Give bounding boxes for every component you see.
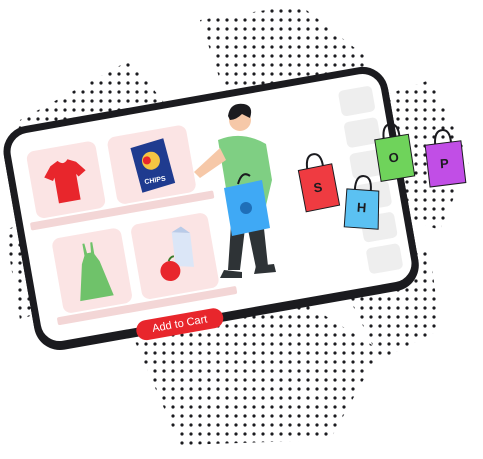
shop-bag-s: S bbox=[292, 147, 342, 214]
shop-bag-o: O bbox=[369, 118, 417, 184]
shopper-figure bbox=[194, 103, 276, 278]
bag-letter: H bbox=[356, 199, 367, 216]
dress-icon bbox=[80, 242, 114, 302]
bag-letter: P bbox=[439, 155, 450, 172]
shop-bag-p: P bbox=[420, 125, 468, 190]
product-card-dress[interactable] bbox=[51, 227, 134, 315]
tshirt-icon bbox=[44, 159, 86, 204]
product-card-tshirt[interactable] bbox=[25, 140, 107, 220]
illustration: CHIPS Add to Cart S H O P bbox=[0, 0, 483, 459]
